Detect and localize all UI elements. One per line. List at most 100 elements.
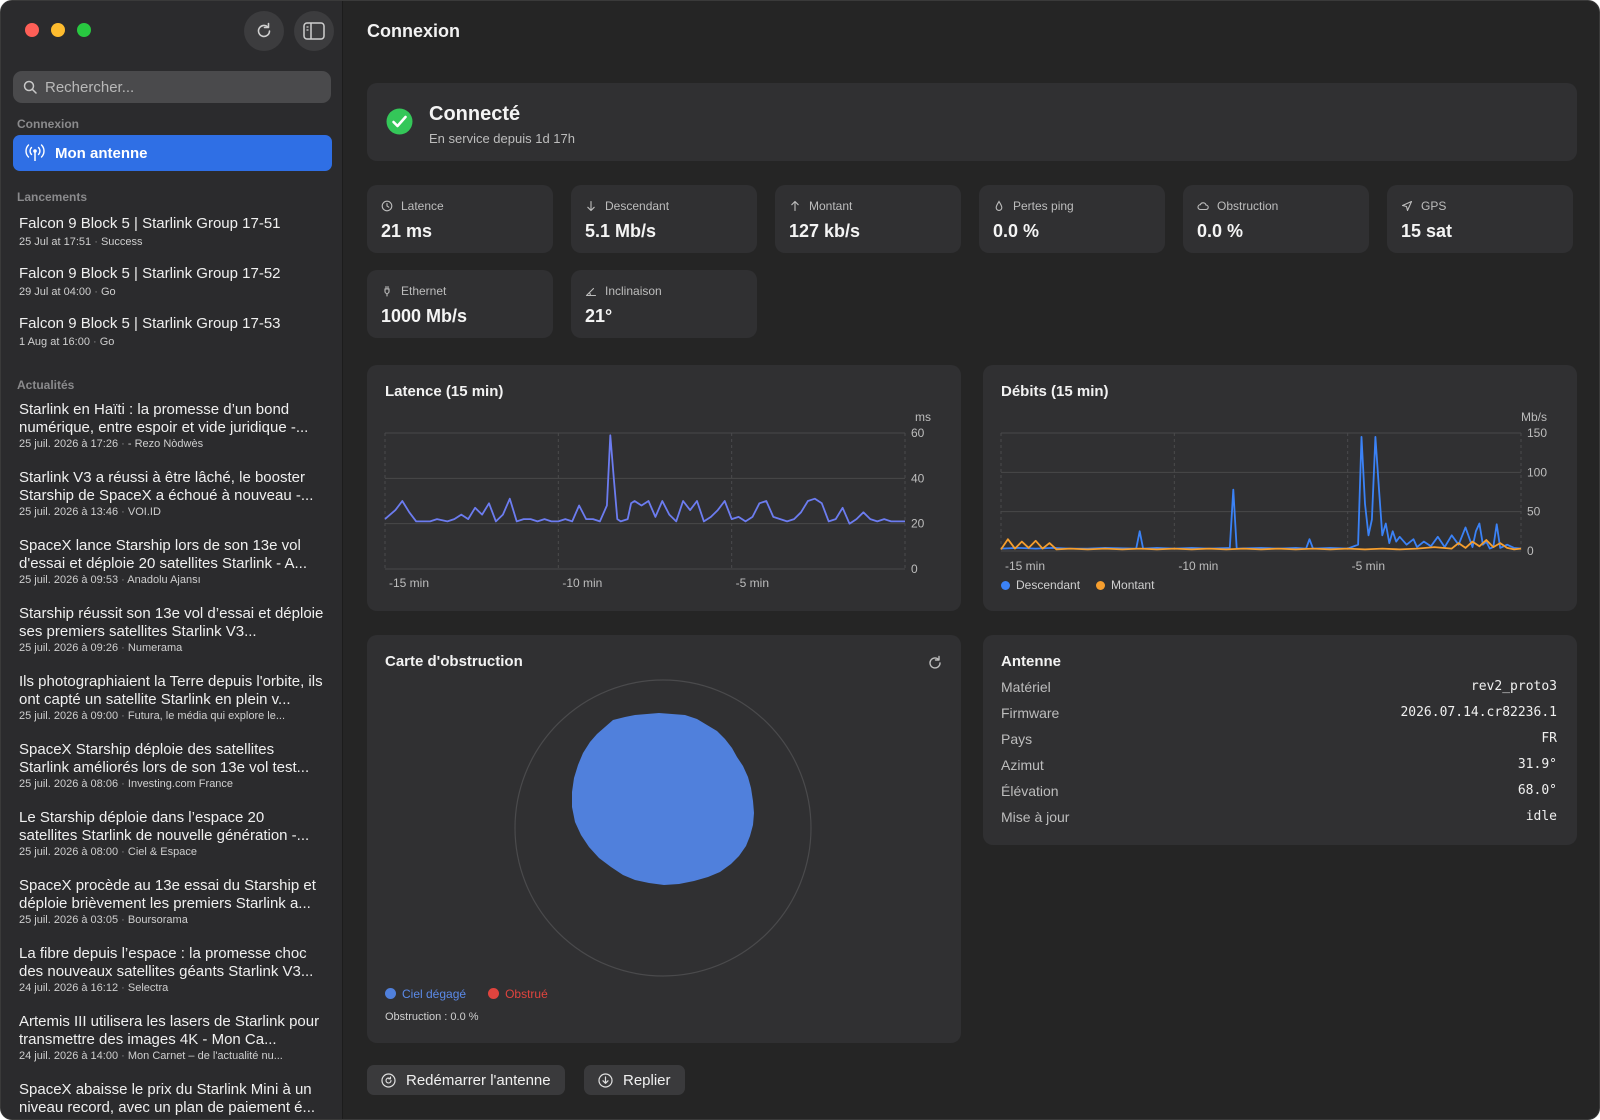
launch-item[interactable]: Falcon 9 Block 5 | Starlink Group 17-51 2… [19,215,329,248]
news-meta: 25 juil. 2026 à 17:26 · - Rezo Nòdwès [19,438,325,450]
legend-upload: Montant [1096,578,1154,592]
news-item[interactable]: Starship réussit son 13e vol d’essai et … [19,605,325,654]
obstruction-footer: Obstruction : 0.0 % [385,1011,479,1023]
launch-meta: 29 Jul at 04:00 · Go [19,286,329,298]
news-date: 24 juil. 2026 à 14:00 [19,1050,119,1062]
series-line [1000,436,1522,550]
legend-upload-label: Montant [1111,578,1155,592]
news-item[interactable]: Le Starship déploie dans l’espace 20 sat… [19,809,325,858]
launch-status: Go [99,336,115,348]
legend-download: Descendant [1001,578,1080,592]
section-title-connexion: Connexion [17,117,79,131]
page-title: Connexion [367,21,460,41]
antenna-info-row: Pays FR [1001,731,1557,747]
launch-item[interactable]: Falcon 9 Block 5 | Starlink Group 17-53 1… [19,315,329,348]
x-tick-label: -5 min [1352,559,1385,573]
separator-dot: · [93,336,97,348]
news-title: Starlink V3 a réussi à être lâché, le bo… [19,469,314,504]
close-window-button[interactable] [25,23,39,37]
legend-clear-sky: Ciel dégagé [385,987,466,1001]
sidebar-toggle-button[interactable] [294,11,334,51]
news-item[interactable]: SpaceX abaisse le prix du Starlink Mini … [19,1081,325,1117]
news-title: Artemis III utilisera les lasers de Star… [19,1013,320,1048]
y-tick-label: 40 [911,471,925,485]
news-source: Anadolu Ajansı [127,574,201,586]
antenna-info-value: FR [1541,731,1557,746]
news-source: - Rezo Nòdwès [127,438,204,450]
news-meta: 24 juil. 2026 à 14:00 · Mon Carnet – de … [19,1050,325,1062]
arrow-up-icon [791,200,799,212]
collapse-button[interactable]: Replier [584,1065,685,1095]
x-tick-label: -5 min [736,576,769,590]
stat-card: Descendant 5.1 Mb/s [571,185,757,253]
launch-date: 25 Jul at 17:51 [19,236,92,248]
antenna-info-row: Matériel rev2_proto3 [1001,679,1557,695]
antenna-info-value: 31.9° [1517,757,1557,772]
antenna-info-key: Élévation [1001,783,1059,799]
news-date: 25 juil. 2026 à 13:46 [19,506,119,518]
cloud-icon [1197,202,1209,211]
news-item[interactable]: SpaceX Starship déploie des satellites S… [19,741,325,790]
antenna-info-key: Pays [1001,731,1033,747]
sidebar-item-mon-antenne[interactable]: Mon antenne [13,135,332,171]
status-subtitle: En service depuis 1d 17h [429,131,575,146]
news-source: VOI.ID [127,506,161,518]
news-item[interactable]: Starlink en Haïti : la promesse d’un bon… [19,401,325,450]
launch-item[interactable]: Falcon 9 Block 5 | Starlink Group 17-52 2… [19,265,329,298]
news-title: SpaceX lance Starship lors de son 13e vo… [19,537,308,572]
y-tick-label: 0 [911,562,918,576]
search-input[interactable] [45,78,331,96]
news-date: 25 juil. 2026 à 08:06 [19,778,119,790]
obstruction-card: Carte d'obstruction Ciel dégagé Obstrué … [367,635,961,1043]
news-title: Starlink en Haïti : la promesse d’un bon… [19,401,309,436]
section-title-launches: Lancements [17,190,88,204]
separator-dot: · [121,778,125,790]
news-item[interactable]: Starlink V3 a réussi à être lâché, le bo… [19,469,325,518]
legend-obstructed-label: Obstrué [505,987,548,1001]
news-item[interactable]: Artemis III utilisera les lasers de Star… [19,1013,325,1062]
check-circle-icon [386,108,413,135]
antenna-info-row: Élévation 68.0° [1001,783,1557,799]
y-axis-unit: Mb/s [1521,410,1547,424]
antenna-info-row: Azimut 31.9° [1001,757,1557,773]
section-title-news: Actualités [17,378,75,392]
refresh-icon [257,22,271,38]
news-date: 25 juil. 2026 à 09:26 [19,642,119,654]
news-item[interactable]: La fibre depuis l’espace : la promesse c… [19,945,325,994]
antenna-card: Antenne Matériel rev2_proto3 Firmware 2026.… [983,635,1577,845]
clock-icon [381,200,393,212]
stat-card: Ethernet 1000 Mb/s [367,270,553,338]
main-content: Connexion Connecté En service depuis 1d … [343,1,1599,1119]
stat-card: Pertes ping 0.0 % [979,185,1165,253]
launch-meta: 25 Jul at 17:51 · Success [19,236,329,248]
news-item[interactable]: SpaceX lance Starship lors de son 13e vo… [19,537,325,586]
news-source: Selectra [127,982,169,994]
launch-title: Falcon 9 Block 5 | Starlink Group 17-53 [19,315,281,332]
stat-label-text: GPS [1421,199,1447,213]
news-title: Ils photographiaient la Terre depuis l'o… [19,673,323,708]
x-tick-label: -15 min [389,576,429,590]
plug-icon [384,285,390,297]
y-tick-label: 50 [1527,505,1541,519]
obstruction-legend: Ciel dégagé Obstrué [385,987,548,1001]
news-item[interactable]: SpaceX procède au 13e essai du Starship … [19,877,325,926]
search-field[interactable] [13,71,331,103]
news-item[interactable]: Ils photographiaient la Terre depuis l'o… [19,673,325,722]
zoom-window-button[interactable] [77,23,91,37]
launch-date: 1 Aug at 16:00 [19,336,90,348]
app-window: Connexion Mon antenne Lancements Falcon … [0,0,1600,1120]
restart-antenna-button[interactable]: Redémarrer l'antenne [367,1065,565,1095]
arrow-down-icon [587,200,595,212]
latency-chart: 0 20 40 60 ms -15 min -10 min -5 min [384,410,931,590]
stat-label-text: Latence [401,199,444,213]
stat-card: Montant 127 kb/s [775,185,961,253]
x-tick-label: -10 min [1178,559,1218,573]
stat-label: Latence [381,199,444,213]
stat-label-text: Descendant [605,199,670,213]
minimize-window-button[interactable] [51,23,65,37]
stat-value: 0.0 % [1197,221,1244,241]
stat-label: Inclinaison [585,284,662,298]
news-title: Le Starship déploie dans l’espace 20 sat… [19,809,310,844]
sidebar: Connexion Mon antenne Lancements Falcon … [1,1,343,1119]
refresh-button[interactable] [244,11,284,51]
